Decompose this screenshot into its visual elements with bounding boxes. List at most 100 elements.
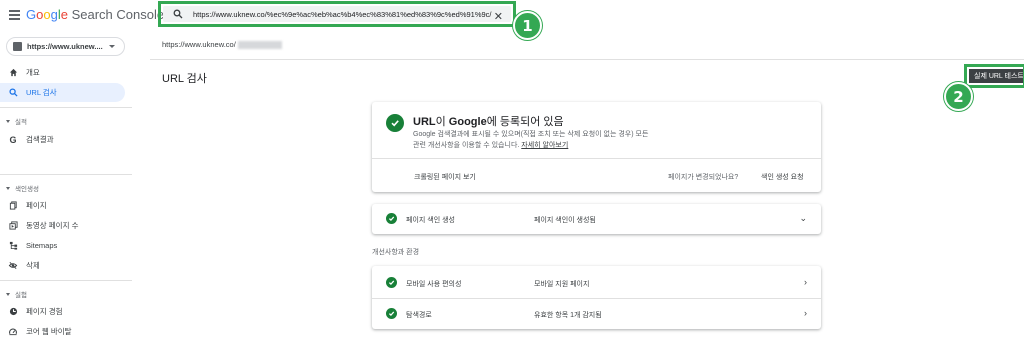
test-live-url-button[interactable]: 실제 URL 테스트 (969, 69, 1023, 83)
test-live-url-label: 실제 URL 테스트 (974, 73, 1023, 80)
chevron-right-icon[interactable]: › (804, 308, 807, 318)
nav-item-search-results[interactable]: G 검색결과 (0, 130, 125, 149)
annotation-number: 1 (522, 16, 533, 35)
status-title-part: 에 등록되어 있음 (486, 116, 564, 128)
nav-item-overview[interactable]: 개요 (0, 63, 125, 82)
nav-item-label: 개요 (26, 68, 40, 77)
property-selector[interactable]: https://www.uknew.... (6, 37, 125, 56)
home-icon (8, 68, 18, 78)
search-icon (8, 88, 18, 98)
search-highlight: https://www.uknew.co/%ec%9e%ac%eb%ac%b4%… (158, 1, 516, 27)
nav-item-core-web-vitals[interactable]: 코어 웹 바이탈 (0, 322, 125, 341)
nav-item-label: URL 검사 (26, 88, 57, 97)
row-value: 페이지 색인이 생성됨 (534, 217, 596, 224)
mobile-usability-row[interactable]: 모바일 사용 편의성 모바일 지원 페이지 › (372, 268, 821, 298)
annotation-number: 2 (953, 87, 964, 106)
nav-item-label: Sitemaps (26, 241, 58, 250)
check-circle-icon (386, 213, 397, 224)
nav-item-label: 삭제 (26, 261, 40, 270)
status-desc-line: Google 검색결과에 표시될 수 있으며(직접 조치 또는 삭제 요청이 없… (413, 131, 649, 138)
view-crawled-page-button[interactable]: 크롤링된 페이지 보기 (414, 172, 476, 182)
expand-chevron-icon[interactable]: ⌄ (799, 213, 807, 224)
logo-letter: g (50, 7, 58, 22)
nav-divider (0, 174, 132, 175)
inspected-url-text: https://www.uknew.co/ (162, 40, 236, 49)
status-description: Google 검색결과에 표시될 수 있으며(직접 조치 또는 삭제 요청이 없… (413, 129, 713, 151)
breadcrumbs-row[interactable]: 탐색경로 유효한 항목 1개 감지됨 › (372, 299, 821, 329)
learn-more-link[interactable]: 자세히 알아보기 (521, 142, 568, 149)
inspected-url: https://www.uknew.co/ (162, 40, 282, 50)
request-indexing-button[interactable]: 색인 생성 요청 (761, 172, 804, 182)
dropdown-caret-icon (109, 45, 115, 48)
nav-divider (0, 107, 132, 108)
row-label: 모바일 사용 편의성 (406, 281, 462, 288)
core-web-vitals-icon (8, 327, 18, 337)
nav-item-label: 동영상 페이지 수 (26, 221, 79, 230)
logo-letter: e (60, 7, 68, 22)
nav-section-label: 실험 (15, 292, 27, 299)
card-divider (372, 158, 821, 159)
nav-item-url-inspection[interactable]: URL 검사 (0, 83, 125, 102)
nav-item-removals[interactable]: 삭제 (0, 256, 125, 275)
nav-item-sitemaps[interactable]: Sitemaps (0, 236, 125, 255)
property-icon (13, 42, 22, 51)
nav-section-experience[interactable]: 실험 (6, 289, 27, 299)
redacted-text (237, 41, 282, 50)
page-changed-text: 페이지가 변경되었나요? (668, 174, 739, 181)
status-title-part: 이 (435, 116, 449, 128)
collapse-caret-icon (6, 186, 10, 190)
status-desc-line: 관련 개선사항을 이용할 수 있습니다. (413, 142, 522, 149)
nav-item-video-pages[interactable]: 동영상 페이지 수 (0, 216, 125, 235)
annotation-badge-2: 2 (944, 82, 973, 111)
nav-section-label: 실적 (15, 119, 27, 126)
google-g-icon: G (9, 134, 17, 145)
clear-icon[interactable]: ✕ (494, 10, 503, 23)
nav-section-performance[interactable]: 실적 (6, 116, 27, 126)
app-logo[interactable]: Google Search Console (26, 7, 164, 22)
sitemap-icon (8, 241, 18, 251)
pages-icon (8, 201, 18, 211)
header-divider (150, 59, 1024, 60)
page-experience-icon (8, 307, 18, 317)
status-title-google: Google (448, 116, 487, 128)
row-value: 모바일 지원 페이지 (534, 281, 590, 288)
check-circle-icon (386, 277, 397, 288)
test-button-highlight: 실제 URL 테스트 (964, 64, 1024, 88)
page-title: URL 검사 (162, 73, 207, 85)
collapse-caret-icon (6, 119, 10, 123)
nav-item-label: 코어 웹 바이탈 (26, 327, 72, 336)
nav-divider (0, 280, 132, 281)
status-title-url: URL (413, 116, 436, 128)
logo-text: Search Console (67, 7, 165, 22)
nav-section-indexing[interactable]: 색인생성 (6, 183, 39, 193)
url-inspect-search-input[interactable]: https://www.uknew.co/%ec%9e%ac%eb%ac%b4%… (163, 6, 511, 23)
video-pages-icon (8, 221, 18, 231)
index-status-card: URL이 Google에 등록되어 있음 Google 검색결과에 표시될 수 … (372, 102, 821, 192)
row-label: 페이지 색인 생성 (406, 217, 455, 224)
check-circle-icon (386, 114, 404, 132)
nav-section-label: 색인생성 (15, 186, 39, 193)
nav-item-pages[interactable]: 페이지 (0, 196, 125, 215)
menu-icon[interactable] (9, 10, 20, 20)
removal-icon (8, 261, 18, 271)
page-indexing-card[interactable]: 페이지 색인 생성 페이지 색인이 생성됨 ⌄ (372, 204, 821, 234)
enhancements-card: 모바일 사용 편의성 모바일 지원 페이지 › 탐색경로 유효한 항목 1개 감… (372, 266, 821, 329)
check-circle-icon (386, 308, 397, 319)
search-input-value: https://www.uknew.co/%ec%9e%ac%eb%ac%b4%… (193, 9, 492, 19)
nav-item-label: 페이지 (26, 201, 47, 210)
row-value: 유효한 항목 1개 감지됨 (534, 312, 602, 319)
annotation-badge-1: 1 (513, 11, 542, 40)
collapse-caret-icon (6, 292, 10, 296)
page-indexing-row[interactable]: 페이지 색인 생성 페이지 색인이 생성됨 ⌄ (372, 204, 821, 234)
sidebar: Google Search Console https://www.uknew.… (0, 0, 164, 344)
row-label: 탐색경로 (406, 312, 432, 319)
nav-item-page-experience[interactable]: 페이지 경험 (0, 302, 125, 321)
nav-item-label: 검색결과 (26, 135, 54, 144)
status-title: URL이 Google에 등록되어 있음 (413, 113, 564, 129)
logo-letter: G (26, 7, 37, 22)
logo-letter: o (43, 7, 51, 22)
search-icon (173, 9, 183, 19)
nav-item-label: 페이지 경험 (26, 307, 63, 316)
chevron-right-icon[interactable]: › (804, 277, 807, 287)
property-label: https://www.uknew.... (27, 42, 103, 51)
